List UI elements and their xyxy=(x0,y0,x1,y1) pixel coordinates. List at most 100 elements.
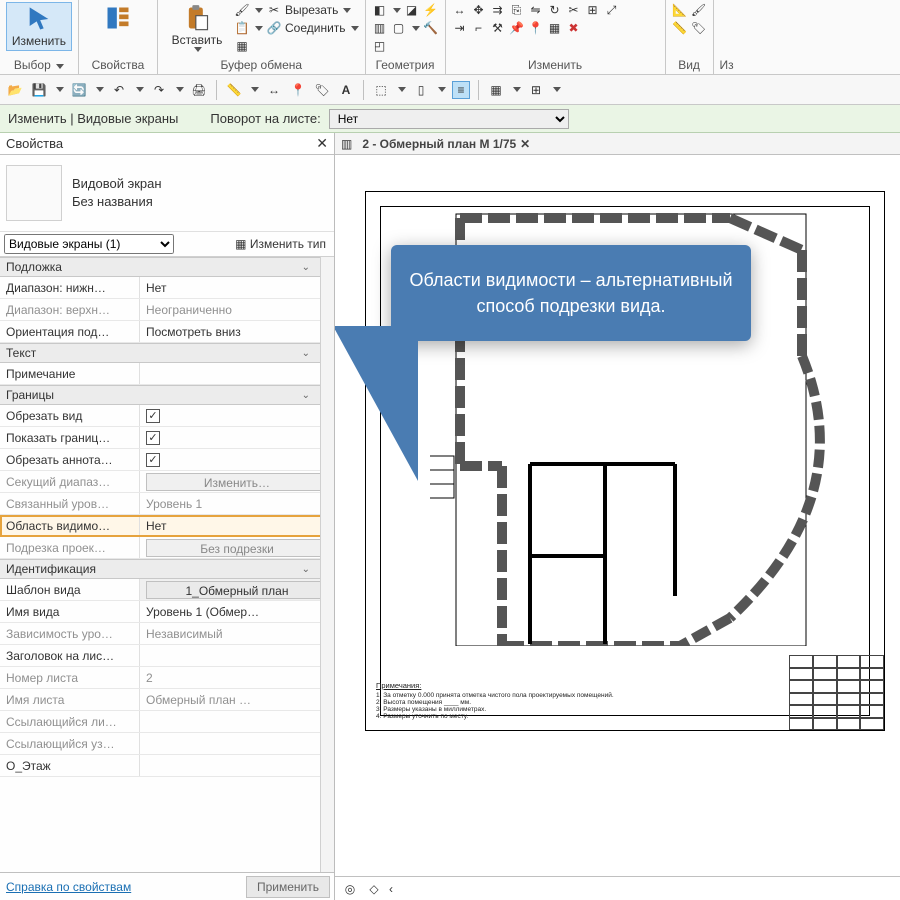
properties-button[interactable] xyxy=(85,2,151,42)
modify-button[interactable]: Изменить xyxy=(6,2,72,51)
properties-icon xyxy=(104,4,132,32)
view-tab[interactable]: 2 - Обмерный план М 1/75 ✕ xyxy=(358,137,534,151)
prop-viewname: Имя вида xyxy=(0,601,140,622)
opening-icon[interactable]: ▢ xyxy=(391,20,407,36)
unpin-icon[interactable]: 📍 xyxy=(528,20,544,36)
cope-icon[interactable]: ◧ xyxy=(372,2,388,18)
group-label-select: Выбор xyxy=(14,58,51,72)
array-icon[interactable]: ⊞ xyxy=(585,2,601,18)
group-label-geometry: Геометрия xyxy=(372,56,439,74)
type-name: Без названия xyxy=(72,193,328,211)
group-label-props: Свойства xyxy=(85,56,151,74)
print-icon[interactable]: 🖨 xyxy=(190,81,208,99)
scale-icon[interactable]: ⤢ xyxy=(604,2,620,18)
quick-access-toolbar: 📂 💾 🔄 ↶ ↷ 🖨 📏 ↔ 📍 🏷 A ⬚ ▯ ≡ ▦ ⊞ xyxy=(0,75,900,105)
split-icon[interactable]: ⚡ xyxy=(423,2,439,18)
align-dim-icon[interactable]: ↔ xyxy=(265,81,283,99)
split2-icon[interactable]: ⚒ xyxy=(490,20,506,36)
extend-icon[interactable]: ⇥ xyxy=(452,20,468,36)
offset-icon[interactable]: ⇉ xyxy=(490,2,506,18)
prop-linkedlvl: Связанный уров… xyxy=(0,493,140,514)
close-hidden-icon[interactable]: ▦ xyxy=(487,81,505,99)
delete-icon[interactable]: ✖ xyxy=(566,20,582,36)
group-icon[interactable]: ▦ xyxy=(547,20,563,36)
close-icon[interactable]: ✕ xyxy=(316,135,328,152)
pin-icon[interactable]: 📌 xyxy=(509,20,525,36)
template-button[interactable]: 1_Обмерный план xyxy=(146,581,328,599)
chevron-left-icon[interactable]: ‹ xyxy=(389,882,393,896)
notch-icon[interactable]: ◪ xyxy=(404,2,420,18)
group-ident[interactable]: Идентификация⌄ xyxy=(0,559,334,579)
showbound-checkbox[interactable]: ✓ xyxy=(146,431,160,445)
tab-close-icon[interactable]: ✕ xyxy=(520,137,530,151)
ribbon: Изменить Выбор Свойства Вставить 🖌 ✂Выре xyxy=(0,0,900,75)
edit-type-button[interactable]: ▦ Изменить тип xyxy=(174,237,330,251)
copy-icon[interactable]: 📋 xyxy=(234,20,250,36)
properties-help-link[interactable]: Справка по свойствам xyxy=(6,880,131,894)
spot-icon[interactable]: 📍 xyxy=(289,81,307,99)
callout-tooltip: Области видимости – альтернативный спосо… xyxy=(391,245,751,341)
cut-icon[interactable]: ✂ xyxy=(266,2,282,18)
mirror-icon[interactable]: ⇋ xyxy=(528,2,544,18)
brush-icon[interactable]: ▦ xyxy=(234,38,250,54)
align-icon[interactable]: ↔ xyxy=(452,2,468,18)
demolish-icon[interactable]: 🔨 xyxy=(423,20,439,36)
measure-icon[interactable]: 📐 xyxy=(672,2,688,18)
paint-icon[interactable]: 🖌 xyxy=(691,2,707,18)
prop-orient: Ориентация под… xyxy=(0,321,140,342)
scrollbar[interactable] xyxy=(320,257,334,872)
rotation-select[interactable]: Нет xyxy=(329,109,569,129)
type-selector[interactable]: Видовой экран Без названия xyxy=(0,155,334,232)
apply-button[interactable]: Применить xyxy=(246,876,330,898)
thin-lines-icon[interactable]: ≡ xyxy=(452,81,470,99)
undo-icon[interactable]: ↶ xyxy=(110,81,128,99)
nav-icon[interactable]: ◇ xyxy=(365,880,383,898)
steering-wheel-icon[interactable]: ◎ xyxy=(341,880,359,898)
trim-icon[interactable]: ✂ xyxy=(566,2,582,18)
copy-icon2[interactable]: ⎘ xyxy=(509,2,525,18)
text-icon[interactable]: A xyxy=(337,81,355,99)
ribbon-group-modify: ↔ ✥ ⇉ ⎘ ⇋ ↻ ✂ ⊞ ⤢ ⇥ ⌐ ⚒ 📌 📍 ▦ xyxy=(446,0,666,74)
filter-select[interactable]: Видовые экраны (1) xyxy=(4,234,174,254)
match-icon[interactable]: 🖌 xyxy=(234,2,250,18)
dim-icon[interactable]: 📏 xyxy=(672,20,688,36)
section-icon[interactable]: ▯ xyxy=(412,81,430,99)
measure2-icon[interactable]: 📏 xyxy=(225,81,243,99)
profile-icon[interactable]: ◰ xyxy=(372,38,388,54)
type-preview xyxy=(6,165,62,221)
cropanno-checkbox[interactable]: ✓ xyxy=(146,453,160,467)
paste-button[interactable]: Вставить xyxy=(164,2,230,54)
redo-icon[interactable]: ↷ xyxy=(150,81,168,99)
group-underlay[interactable]: Подложка⌄ xyxy=(0,257,334,277)
type-family: Видовой экран xyxy=(72,175,328,193)
prop-crop: Обрезать вид xyxy=(0,405,140,426)
corner-icon[interactable]: ⌐ xyxy=(471,20,487,36)
sheet-icon: ▥ xyxy=(341,137,352,151)
prop-sheetnum: Номер листа xyxy=(0,667,140,688)
prop-note: Примечание xyxy=(0,363,140,384)
rotate-icon[interactable]: ↻ xyxy=(547,2,563,18)
prop-range-top: Диапазон: верхн… xyxy=(0,299,140,320)
join-icon[interactable]: 🔗 xyxy=(266,20,282,36)
group-text[interactable]: Текст⌄ xyxy=(0,343,334,363)
group-bounds[interactable]: Границы⌄ xyxy=(0,385,334,405)
save-icon[interactable]: 💾 xyxy=(30,81,48,99)
crop-checkbox[interactable]: ✓ xyxy=(146,409,160,423)
view-tabs: ▥ 2 - Обмерный план М 1/75 ✕ xyxy=(335,133,900,155)
group-label-clipboard: Буфер обмена xyxy=(164,56,359,74)
properties-title: Свойства xyxy=(6,136,63,151)
tag2-icon[interactable]: 🏷 xyxy=(313,81,331,99)
wall-icon[interactable]: ▥ xyxy=(372,20,388,36)
prop-cropanno: Обрезать аннота… xyxy=(0,449,140,470)
prop-ofloor: О_Этаж xyxy=(0,755,140,776)
projcut-button: Без подрезки xyxy=(146,539,328,557)
open-icon[interactable]: 📂 xyxy=(6,81,24,99)
switch-windows-icon[interactable]: ⊞ xyxy=(527,81,545,99)
ribbon-group-geometry: ◧ ◪ ⚡ ▥ ▢ 🔨 ◰ Геометрия xyxy=(366,0,446,74)
tag-icon[interactable]: 🏷 xyxy=(691,20,707,36)
sync-icon[interactable]: 🔄 xyxy=(70,81,88,99)
move-icon[interactable]: ✥ xyxy=(471,2,487,18)
drawing-area[interactable]: Примечания: 1. За отметку 0.000 принята … xyxy=(335,155,900,876)
prop-visregion: Область видимо… xyxy=(0,515,140,536)
3d-icon[interactable]: ⬚ xyxy=(372,81,390,99)
